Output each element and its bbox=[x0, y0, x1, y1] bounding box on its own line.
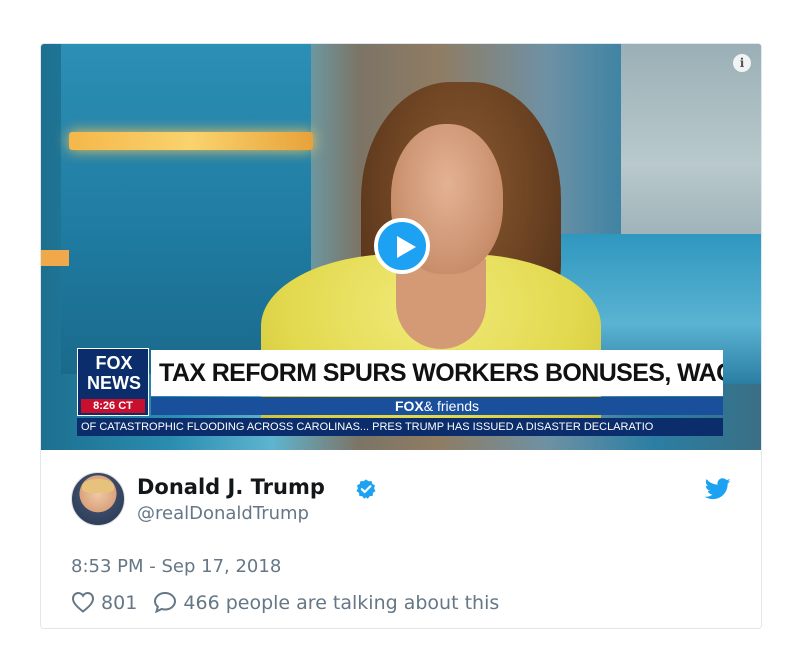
play-button[interactable] bbox=[374, 218, 430, 274]
tweet-embed-card[interactable]: i FOX NEWS 8:26 CT TAX REFORM SPURS WORK… bbox=[40, 43, 762, 629]
play-icon bbox=[397, 236, 416, 258]
like-action[interactable]: 801 bbox=[71, 588, 137, 618]
logo-news-text: NEWS bbox=[87, 373, 141, 393]
video-thumbnail[interactable]: i FOX NEWS 8:26 CT TAX REFORM SPURS WORK… bbox=[41, 44, 761, 450]
avatar-hair bbox=[82, 479, 114, 493]
display-name[interactable]: Donald J. Trump bbox=[137, 474, 325, 500]
fox-news-logo: FOX NEWS 8:26 CT bbox=[77, 348, 149, 416]
tweet-actions: 801 466 people are talking about this bbox=[71, 588, 509, 618]
show-suffix: & friends bbox=[423, 398, 480, 414]
talking-action[interactable]: 466 people are talking about this bbox=[153, 588, 499, 618]
logo-fox-text: FOX bbox=[95, 353, 133, 373]
chyron-headline: TAX REFORM SPURS WORKERS BONUSES, WAGE R… bbox=[151, 350, 723, 396]
broadcast-time: 8:26 CT bbox=[81, 399, 145, 413]
news-chyron: FOX NEWS 8:26 CT TAX REFORM SPURS WORKER… bbox=[77, 346, 761, 450]
heart-icon bbox=[71, 591, 95, 613]
tweet-timestamp[interactable]: 8:53 PM - Sep 17, 2018 bbox=[71, 556, 281, 578]
show-brand: FOX bbox=[394, 398, 424, 414]
info-icon[interactable]: i bbox=[733, 54, 751, 72]
user-handle[interactable]: @realDonaldTrump bbox=[137, 503, 309, 525]
news-ticker: OF CATASTROPHIC FLOODING ACROSS CAROLINA… bbox=[77, 418, 723, 436]
tweet-body: Donald J. Trump @realDonaldTrump 8:53 PM… bbox=[41, 450, 761, 628]
avatar[interactable] bbox=[71, 472, 125, 526]
verified-badge-icon bbox=[356, 479, 376, 499]
show-name-bar: FOX& friends bbox=[151, 397, 723, 415]
background-light bbox=[69, 132, 313, 150]
like-count: 801 bbox=[101, 592, 138, 614]
background-light-left bbox=[41, 250, 69, 266]
twitter-bird-icon[interactable] bbox=[705, 478, 731, 500]
speech-bubble-icon bbox=[154, 591, 177, 614]
talking-text: 466 people are talking about this bbox=[183, 592, 500, 614]
